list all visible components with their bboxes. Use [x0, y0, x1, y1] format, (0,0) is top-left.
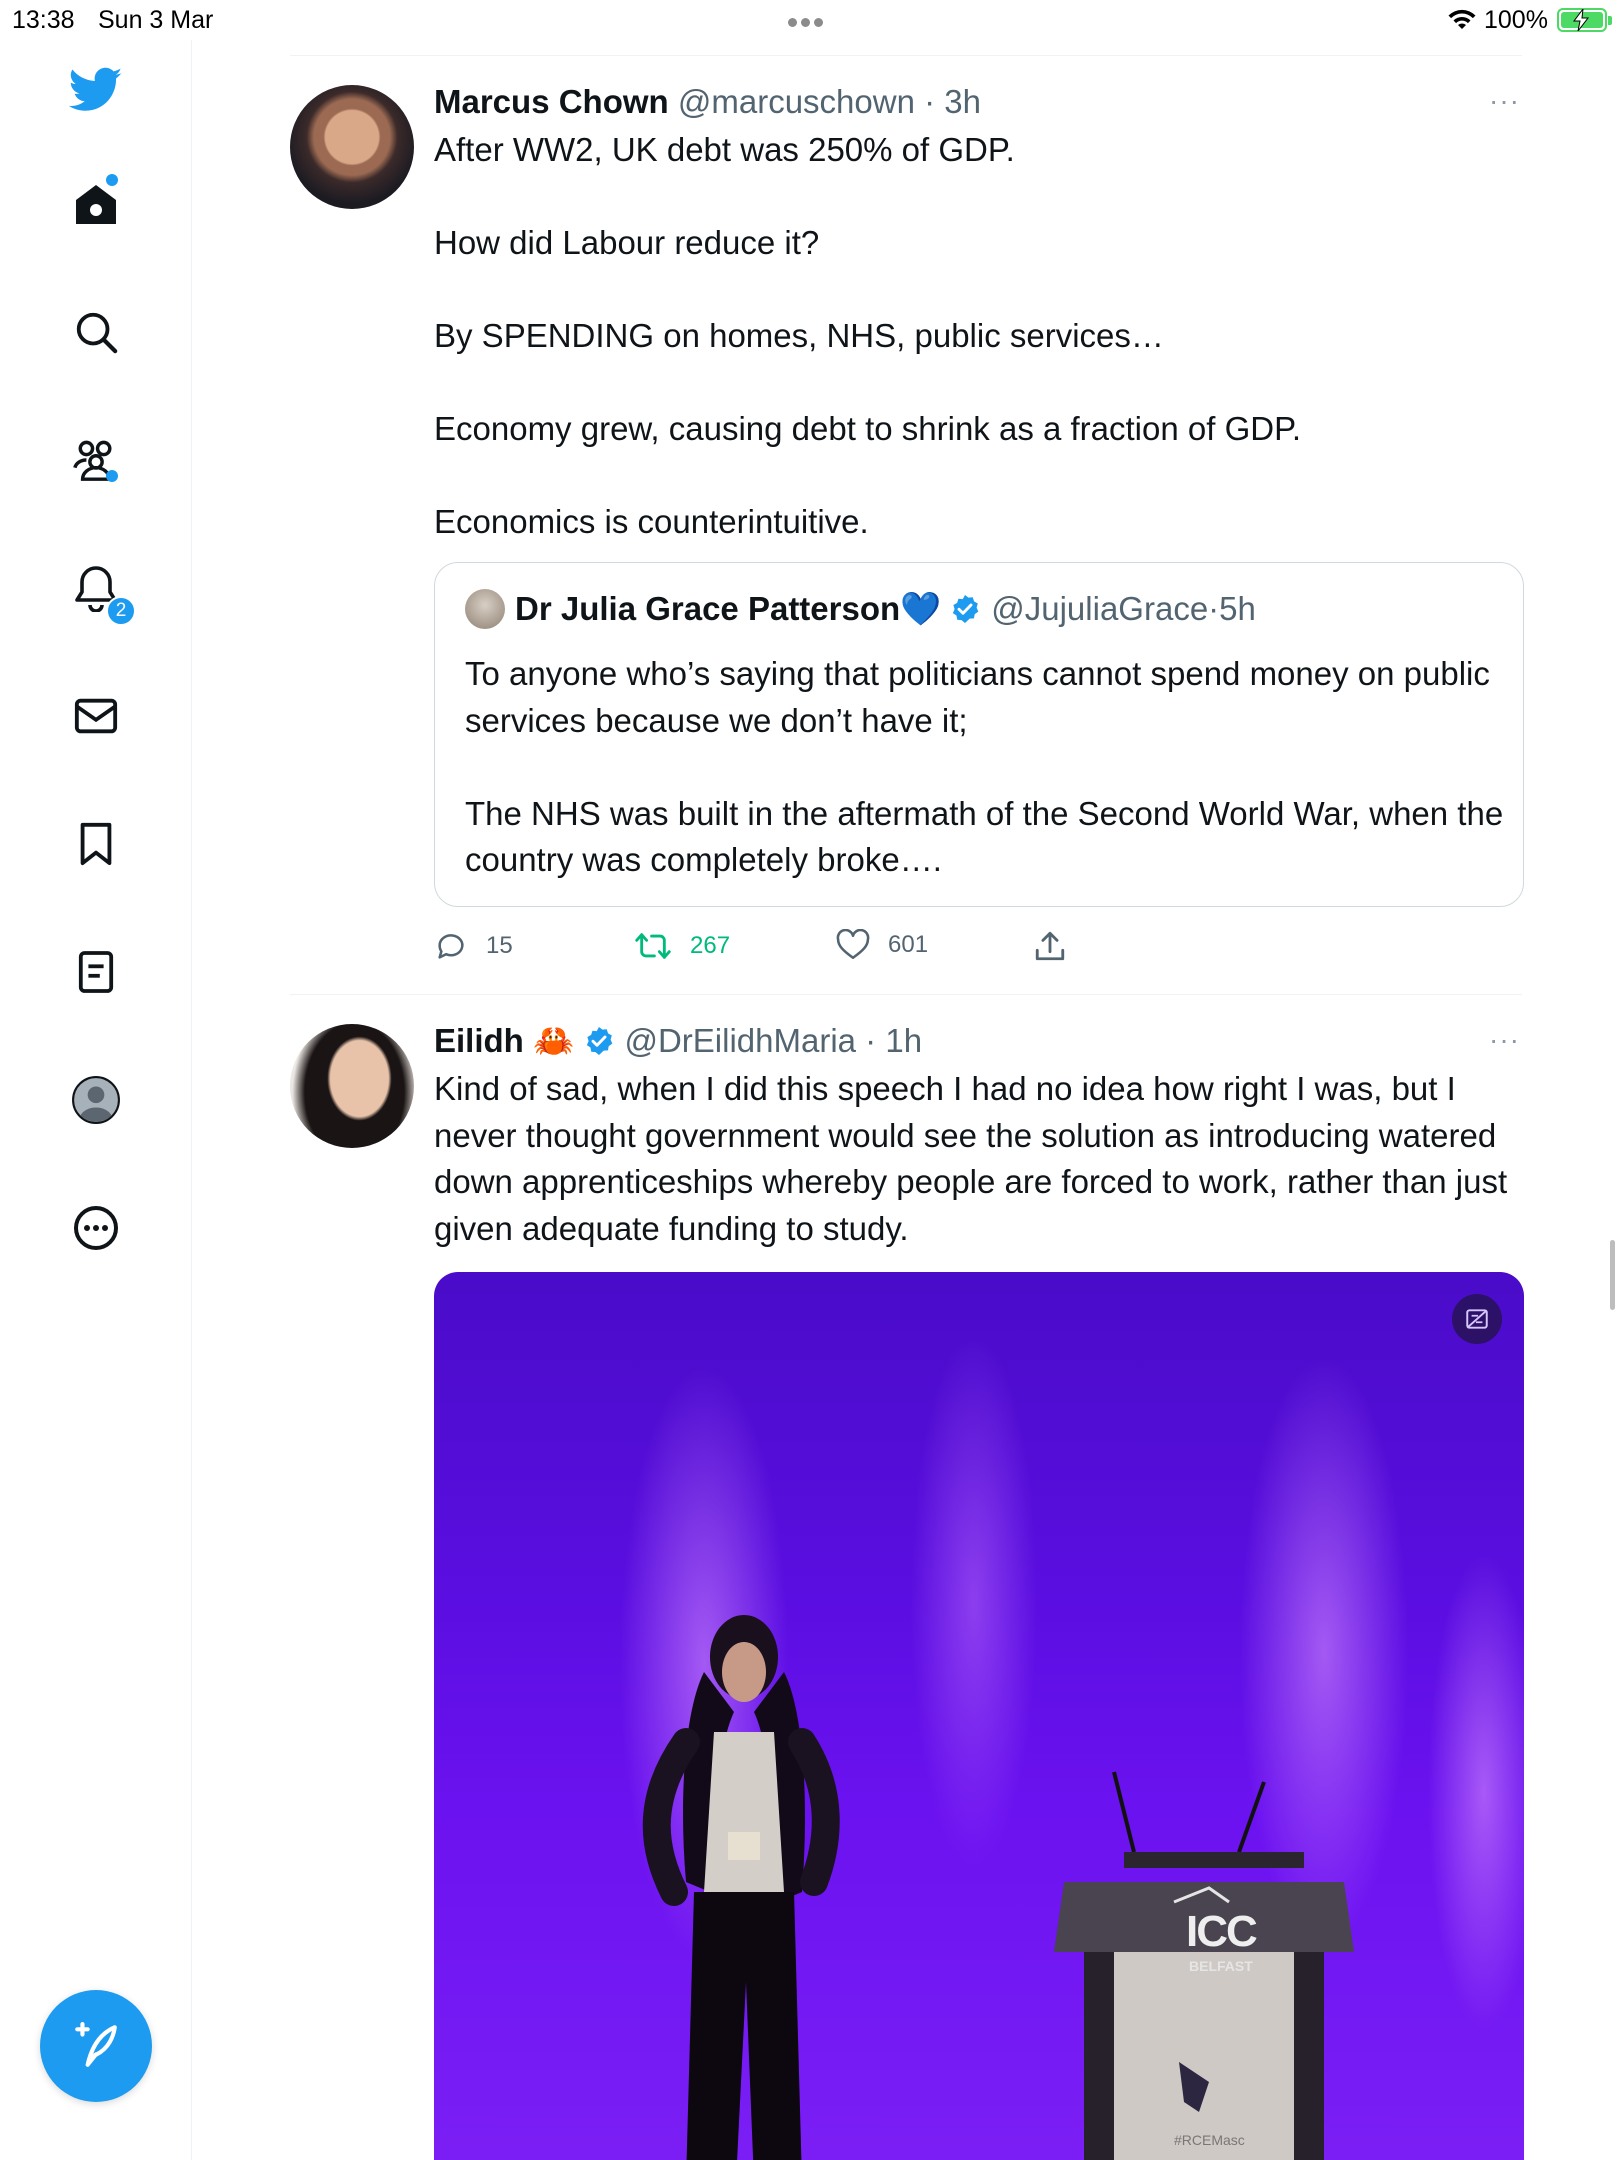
quoted-tweet-header: Dr Julia Grace Patterson💙 @JujuliaGrace …: [465, 589, 1256, 629]
share-icon: [1035, 931, 1065, 961]
nav-more[interactable]: [68, 1200, 124, 1256]
author-name[interactable]: Eilidh: [434, 1022, 524, 1059]
avatar[interactable]: [290, 1024, 414, 1148]
battery-percent: 100%: [1484, 6, 1548, 34]
bookmark-icon: [80, 822, 112, 866]
tweet-paragraph: How did Labour reduce it?: [434, 224, 820, 261]
status-date: Sun 3 Mar: [98, 6, 214, 34]
like-button[interactable]: 601: [836, 929, 928, 961]
podium-logo: ICC: [1186, 1907, 1258, 1956]
tweet-actions: 15 267 601: [434, 929, 1134, 969]
quoted-tweet-text: To anyone who’s saying that politicians …: [465, 651, 1505, 884]
quoted-tweet[interactable]: Dr Julia Grace Patterson💙 @JujuliaGrace …: [434, 562, 1524, 907]
twitter-logo-icon[interactable]: [68, 62, 124, 118]
tweet-paragraph: By SPENDING on homes, NHS, public servic…: [434, 317, 1164, 354]
quoted-avatar: [465, 589, 505, 629]
scrollbar[interactable]: [1610, 1240, 1615, 1310]
compose-feather-icon: [75, 2022, 117, 2067]
tweet-time[interactable]: 3h: [944, 83, 981, 120]
podium-logo-sub: BELFAST: [1189, 1958, 1253, 1974]
home-unread-dot: [106, 174, 118, 186]
feed-divider: [290, 994, 1522, 995]
heart-icon: [836, 929, 870, 960]
more-circle-icon: [74, 1206, 118, 1250]
retweet-button[interactable]: 267: [634, 929, 730, 963]
status-time: 13:38: [12, 6, 75, 34]
reply-button[interactable]: 15: [434, 929, 513, 963]
nav-profile[interactable]: [68, 1072, 124, 1128]
quoted-tweet-time: 5h: [1219, 590, 1256, 627]
wifi-icon: [1448, 9, 1476, 29]
like-count: 601: [888, 931, 929, 958]
nav-explore[interactable]: [68, 304, 124, 360]
quoted-paragraph: To anyone who’s saying that politicians …: [465, 655, 1490, 739]
avatar-icon: [72, 1076, 120, 1124]
avatar[interactable]: [290, 85, 414, 209]
tweet-text: After WW2, UK debt was 250% of GDP. How …: [434, 127, 1524, 546]
video-sensitive-toggle-icon[interactable]: [1452, 1294, 1502, 1344]
tweet-header: Eilidh 🦀 @DrEilidhMaria · 1h: [434, 1022, 923, 1059]
tweet-time[interactable]: 1h: [885, 1022, 922, 1059]
reply-count: 15: [486, 932, 513, 959]
nav-messages[interactable]: [68, 688, 124, 744]
communities-unread-dot: [106, 470, 118, 482]
author-name[interactable]: Marcus Chown: [434, 83, 669, 120]
tweet-paragraph: After WW2, UK debt was 250% of GDP.: [434, 131, 1015, 168]
tweet-more-button[interactable]: ···: [1489, 85, 1520, 117]
tweet-paragraph: Economics is counterintuitive.: [434, 503, 869, 540]
status-bar: 13:38 Sun 3 Mar 100%: [0, 0, 1620, 40]
retweet-icon: [635, 933, 671, 959]
search-icon: [76, 312, 118, 354]
verified-badge-icon: [953, 595, 979, 623]
podium-hashtag: #RCEMasc: [1174, 2132, 1245, 2148]
quoted-author-name: Dr Julia Grace Patterson💙: [515, 589, 942, 627]
mail-icon: [74, 698, 118, 734]
quoted-paragraph: The NHS was built in the aftermath of th…: [465, 794, 1504, 879]
verified-badge-icon: [587, 1027, 613, 1055]
lists-icon: [78, 951, 114, 993]
author-handle[interactable]: @DrEilidhMaria: [624, 1022, 856, 1059]
crab-emoji: 🦀: [533, 1022, 575, 1059]
multitasking-dots-icon[interactable]: [788, 14, 827, 32]
share-button[interactable]: [1034, 929, 1066, 963]
sidebar: 2: [0, 40, 192, 2160]
home-icon: [76, 185, 116, 224]
feed-divider: [290, 55, 1522, 56]
nav-lists[interactable]: [68, 944, 124, 1000]
retweet-count: 267: [690, 932, 731, 959]
nav-bookmarks[interactable]: [68, 816, 124, 872]
tweet-more-button[interactable]: ···: [1489, 1024, 1520, 1056]
quoted-author-handle: @JujuliaGrace: [991, 590, 1209, 627]
battery-icon: [1557, 8, 1612, 32]
tweet-text: Kind of sad, when I did this speech I ha…: [434, 1066, 1524, 1252]
notifications-badge: 2: [106, 596, 136, 626]
tweet-paragraph: Economy grew, causing debt to shrink as …: [434, 410, 1302, 447]
author-handle[interactable]: @marcuschown: [678, 83, 915, 120]
reply-icon: [438, 934, 464, 959]
compose-tweet-button[interactable]: [40, 1990, 152, 2102]
tweet-video[interactable]: ICC BELFAST #RCEMasc: [434, 1272, 1524, 2160]
tweet-header: Marcus Chown @marcuschown · 3h: [434, 83, 981, 120]
tweet-paragraph: Kind of sad, when I did this speech I ha…: [434, 1070, 1508, 1247]
speaker-figure: [642, 1615, 840, 2160]
